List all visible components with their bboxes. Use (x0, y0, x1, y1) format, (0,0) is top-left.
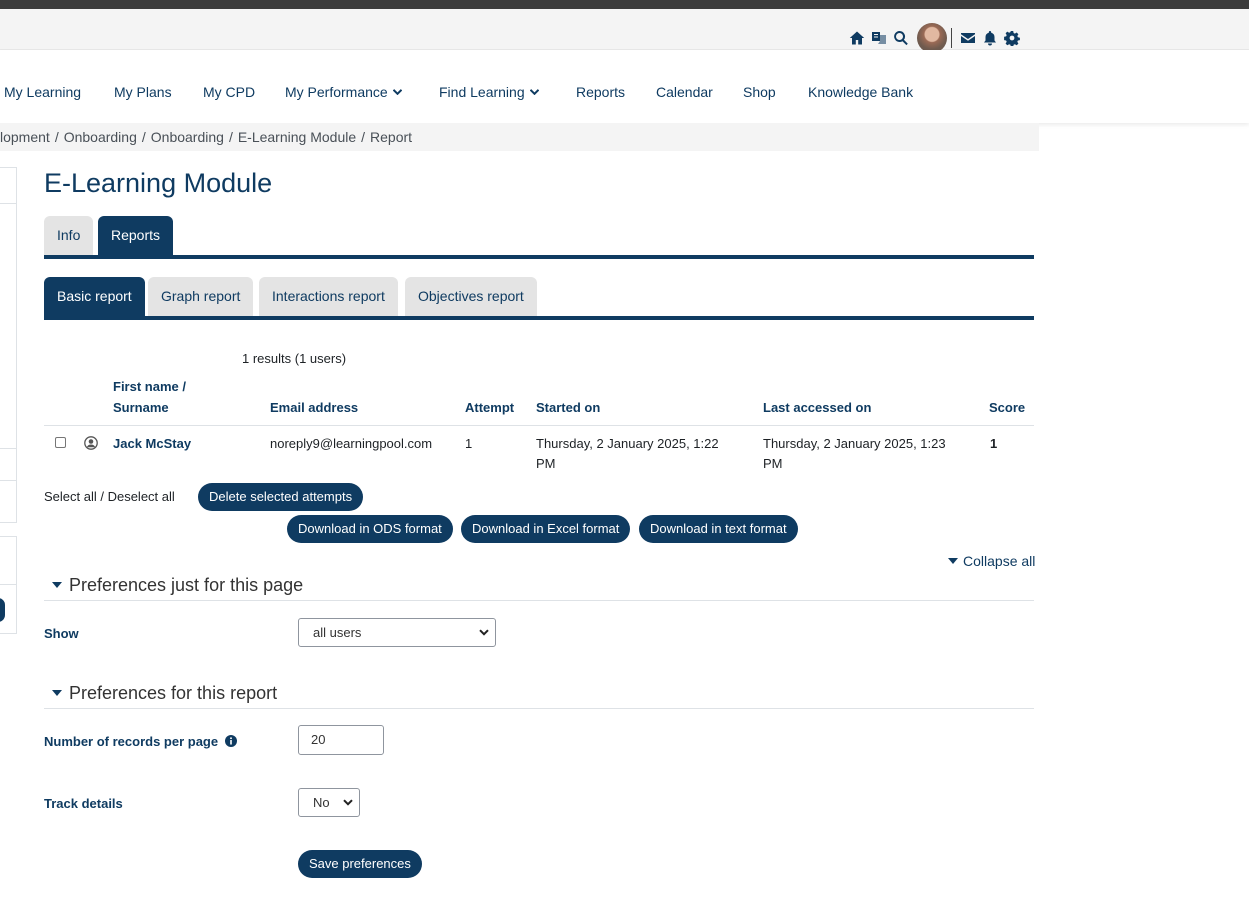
chevron-down-icon (392, 89, 402, 95)
section-header-report-prefs[interactable]: Preferences for this report (44, 683, 1034, 709)
breadcrumb-item[interactable]: Onboarding (151, 129, 224, 145)
mail-icon[interactable] (960, 30, 976, 46)
nav-my-performance-label: My Performance (285, 84, 388, 100)
breadcrumb-separator: / (141, 129, 146, 145)
nav-shop[interactable]: Shop (743, 84, 776, 100)
header-last-accessed[interactable]: Last accessed on (763, 400, 871, 415)
show-select-value: all users (313, 625, 362, 640)
collapse-all-label: Collapse all (963, 553, 1036, 569)
show-select[interactable]: all users (298, 618, 496, 647)
info-icon[interactable] (225, 735, 238, 747)
bell-icon[interactable] (982, 30, 998, 46)
save-preferences-button[interactable]: Save preferences (298, 850, 422, 878)
home-icon[interactable] (849, 30, 865, 46)
panel-divider (0, 203, 17, 204)
breadcrumb-separator: / (54, 129, 59, 145)
show-label: Show (44, 626, 79, 641)
left-drawer-panel (0, 167, 17, 523)
row-checkbox[interactable] (55, 437, 66, 448)
row-last-accessed-time: PM (763, 456, 783, 471)
panel-divider (0, 584, 17, 585)
panel-divider (0, 448, 17, 449)
row-email: noreply9@learningpool.com (270, 436, 433, 451)
nav-find-learning[interactable]: Find Learning (439, 84, 539, 100)
top-bar (0, 9, 1249, 53)
caret-down-icon (948, 558, 958, 564)
chevron-down-icon (529, 89, 539, 95)
delete-attempts-button[interactable]: Delete selected attempts (198, 483, 364, 511)
caret-down-icon (52, 690, 62, 696)
download-ods-button[interactable]: Download in ODS format (287, 515, 453, 543)
download-text-button[interactable]: Download in text format (639, 515, 798, 543)
collapse-all-link[interactable]: Collapse all (948, 553, 1035, 569)
user-avatar[interactable] (917, 23, 947, 53)
gear-icon[interactable] (1004, 30, 1020, 46)
panel-divider (0, 480, 17, 481)
track-details-value: No (313, 795, 330, 810)
main-nav: My Learning My Plans My CPD My Performan… (0, 50, 1249, 123)
main-tabs: Info Reports (44, 216, 1034, 259)
nav-my-cpd[interactable]: My CPD (203, 84, 255, 100)
row-last-accessed: Thursday, 2 January 2025, 1:23 (763, 436, 946, 451)
nav-my-plans[interactable]: My Plans (114, 84, 172, 100)
track-details-label: Track details (44, 796, 123, 811)
tab-reports[interactable]: Reports (98, 216, 174, 255)
header-attempt[interactable]: Attempt (465, 400, 514, 415)
records-per-page-text: Number of records per page (44, 734, 219, 749)
select-all-link[interactable]: Select all / Deselect all (44, 489, 175, 504)
caret-down-icon (52, 582, 62, 588)
page-title: E-Learning Module (44, 168, 273, 198)
row-score: 1 (990, 436, 998, 451)
breadcrumb-item[interactable]: Onboarding (64, 129, 137, 145)
breadcrumb-item[interactable]: lopment (0, 129, 50, 145)
breadcrumb-separator: / (228, 129, 233, 145)
nav-my-learning[interactable]: My Learning (4, 84, 81, 100)
row-started-on-time: PM (536, 456, 556, 471)
breadcrumb-separator: / (361, 129, 366, 145)
breadcrumb-bar: lopment / Onboarding / Onboarding / E-Learning… (0, 123, 1039, 151)
tab-info[interactable]: Info (44, 216, 94, 255)
header-score[interactable]: Score (989, 400, 1025, 415)
tab-graph-report[interactable]: Graph report (148, 277, 254, 316)
table-header-divider (44, 425, 1034, 426)
row-name[interactable]: Jack McStay (113, 434, 191, 454)
breadcrumb-current: Report (370, 129, 413, 145)
report-subtabs: Basic report Graph report Interactions r… (44, 277, 1034, 320)
nav-calendar[interactable]: Calendar (656, 84, 713, 100)
records-per-page-label: Number of records per page (44, 734, 238, 749)
nav-reports[interactable]: Reports (576, 84, 625, 100)
header-surname[interactable]: Surname (113, 400, 169, 415)
language-icon[interactable] (871, 30, 887, 46)
nav-my-performance[interactable]: My Performance (285, 84, 402, 100)
header-email[interactable]: Email address (270, 400, 358, 415)
header-first-name[interactable]: First name / (113, 379, 186, 394)
section-title: Preferences for this report (69, 683, 278, 703)
tab-basic-report[interactable]: Basic report (44, 277, 145, 316)
search-icon[interactable] (893, 30, 909, 46)
tab-interactions-report[interactable]: Interactions report (259, 277, 398, 316)
nav-knowledge-bank[interactable]: Knowledge Bank (808, 84, 913, 100)
browser-top-strip (0, 0, 1249, 9)
row-started-on: Thursday, 2 January 2025, 1:22 (536, 436, 719, 451)
download-excel-button[interactable]: Download in Excel format (461, 515, 631, 543)
row-attempt[interactable]: 1 (465, 434, 472, 454)
chevron-down-icon (479, 629, 489, 636)
results-count: 1 results (1 users) (242, 351, 347, 366)
breadcrumb-item[interactable]: E-Learning Module (238, 129, 356, 145)
track-details-select[interactable]: No (298, 788, 360, 817)
records-per-page-input[interactable]: 20 (298, 725, 384, 755)
section-title: Preferences just for this page (69, 575, 304, 595)
breadcrumb: lopment / Onboarding / Onboarding / E-Learning… (0, 129, 412, 145)
topbar-divider (951, 28, 952, 48)
chevron-down-icon (343, 799, 353, 806)
section-header-page-prefs[interactable]: Preferences just for this page (44, 575, 1034, 601)
user-icon (84, 436, 98, 450)
header-started-on[interactable]: Started on (536, 400, 600, 415)
tab-objectives-report[interactable]: Objectives report (405, 277, 537, 316)
nav-find-learning-label: Find Learning (439, 84, 525, 100)
